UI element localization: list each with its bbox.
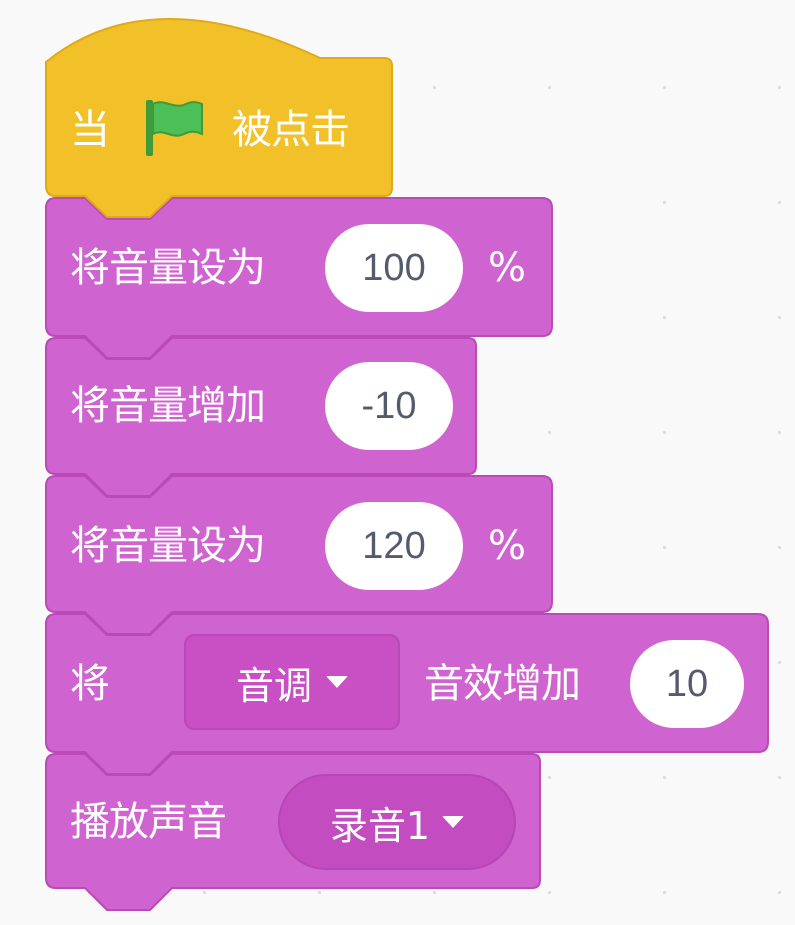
set-volume-label: 将音量设为 — [70, 523, 266, 569]
clicked-label: 被点击 — [232, 107, 350, 153]
percent-label: % — [488, 245, 526, 291]
when-label: 当 — [70, 107, 110, 153]
volume-input[interactable]: 120 — [325, 502, 463, 590]
sound-menu[interactable]: 录音1 — [278, 774, 516, 870]
set-volume-label: 将音量设为 — [70, 245, 266, 291]
effect-dropdown-value: 音调 — [235, 663, 312, 708]
play-sound-label: 播放声音 — [70, 799, 227, 845]
volume-input[interactable]: 100 — [325, 224, 463, 312]
change-volume-label: 将音量增加 — [70, 383, 266, 429]
script-workspace[interactable]: 当 被点击 将音量设为 100 % 将音量增加 -10 将音量设为 120 % … — [0, 0, 795, 925]
effect-prefix-label: 将 — [70, 661, 110, 707]
effect-change-input[interactable]: 10 — [630, 640, 744, 728]
chevron-down-icon — [442, 816, 465, 828]
volume-change-input[interactable]: -10 — [325, 362, 453, 450]
change-effect-label: 音效增加 — [424, 661, 581, 707]
sound-menu-value: 录音1 — [329, 803, 431, 848]
green-flag-icon — [146, 100, 203, 156]
chevron-down-icon — [326, 676, 348, 688]
percent-label: % — [488, 523, 526, 569]
effect-dropdown[interactable]: 音调 — [184, 634, 400, 730]
